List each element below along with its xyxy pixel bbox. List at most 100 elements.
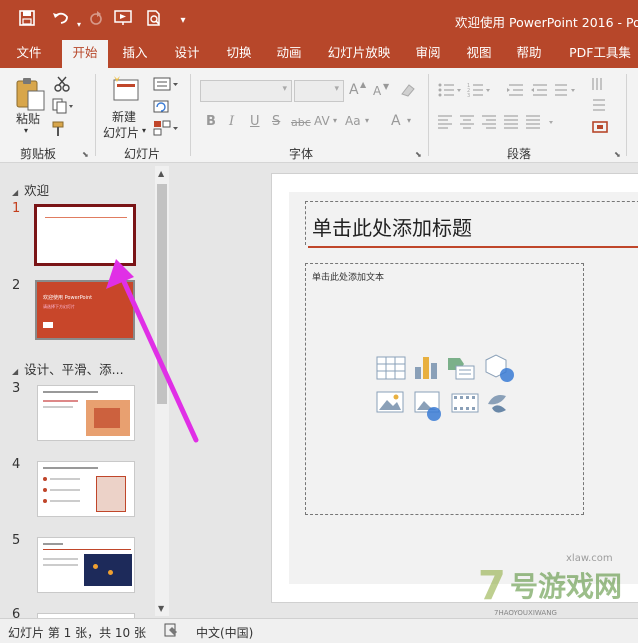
slide-number: 4 [12,457,21,472]
slide-number: 1 [12,201,21,216]
font-color-button[interactable]: A [391,113,401,129]
slides-group-label: 幻灯片 [124,147,161,161]
layout-icon[interactable] [153,76,179,95]
ribbon: 粘贴 ▾ 剪贴板 ⬊ 新建 幻灯片 ▾ 幻灯片 ▾ ▾ A ▲ A ▼ B I … [0,68,638,163]
scroll-down-icon[interactable]: ▼ [158,604,164,613]
font-size-combo[interactable]: ▾ [294,80,344,102]
tab-animations[interactable]: 动画 [268,40,310,68]
font-color-dropdown-icon[interactable]: ▾ [407,116,411,125]
collapse-triangle-icon[interactable]: ◢ [12,367,18,376]
insert-online-picture-icon [414,391,441,421]
title-rule [308,246,638,248]
copy-icon[interactable] [52,98,74,118]
underline-button[interactable]: U [250,114,260,129]
font-group-label: 字体 [289,147,314,161]
window-title: 欢迎使用 PowerPoint 2016 - Po [455,15,638,30]
tab-help[interactable]: 帮助 [508,40,550,68]
present-from-beginning-icon[interactable] [112,10,134,32]
paragraph-launcher-icon[interactable]: ⬊ [614,150,621,159]
notes-status-icon[interactable] [164,623,178,640]
slide-number: 5 [12,533,21,548]
title-bar: ▾ ▾ 欢迎使用 PowerPoint 2016 - Po [0,0,638,40]
chevron-down-icon[interactable]: ▾ [172,10,194,32]
tab-design[interactable]: 设计 [166,40,208,68]
content-placeholder[interactable]: 单击此处添加文本 [305,263,584,515]
insert-3d-model-icon [485,354,514,382]
tab-review[interactable]: 审阅 [408,40,448,68]
watermark-number: 7 [478,563,506,609]
change-case-button[interactable]: Aa [345,114,361,128]
paragraph-icons-row1[interactable]: 123 [437,82,587,102]
insert-chart-icon [415,357,437,379]
title-placeholder[interactable]: 单击此处添加标题 [305,201,638,245]
paragraph-group-label: 段落 [507,147,532,161]
tab-file[interactable]: 文件 [8,40,50,68]
new-slide-icon[interactable] [110,74,142,108]
print-preview-icon[interactable] [143,10,165,32]
section-header-welcome[interactable]: ◢ 欢迎 [12,180,49,199]
cut-icon[interactable] [54,76,70,96]
language-status[interactable]: 中文(中国) [196,624,253,641]
italic-button[interactable]: I [229,114,234,129]
insert-table-icon [376,356,406,380]
clipboard-group-label: 剪贴板 [20,147,57,161]
insert-smartart-icon [448,358,475,380]
save-icon[interactable] [16,10,38,32]
tab-pdf-tools[interactable]: PDF工具集 [562,40,638,68]
change-case-dropdown-icon[interactable]: ▾ [365,116,369,125]
watermark-domain: 7HAOYOUXIWANG [494,609,557,617]
text-direction-icon[interactable] [590,76,620,140]
shrink-font-arrow-icon: ▼ [383,82,390,91]
char-spacing-button[interactable]: AV [314,114,330,128]
paste-label[interactable]: 粘贴 [16,110,40,127]
paragraph-icons-row2[interactable] [437,114,587,134]
clipboard-launcher-icon[interactable]: ⬊ [82,150,89,159]
annotation-arrow [106,259,199,443]
paste-dropdown-icon[interactable]: ▾ [24,126,28,135]
svg-text:3: 3 [467,93,470,98]
reset-icon[interactable] [153,98,169,118]
tab-insert[interactable]: 插入 [114,40,156,68]
content-placeholder-text: 单击此处添加文本 [312,273,385,283]
group-divider [428,74,429,156]
section-icon[interactable] [153,120,179,140]
group-divider [190,74,191,156]
tab-transitions[interactable]: 切换 [218,40,260,68]
font-name-combo[interactable]: ▾ [200,80,292,102]
scroll-up-icon[interactable]: ▲ [158,169,164,178]
status-bar: 幻灯片 第 1 张，共 10 张 中文(中国) [0,618,638,643]
new-slide-label-2[interactable]: 幻灯片 [103,124,139,141]
slide-thumbnail-4[interactable] [37,461,135,517]
tab-home[interactable]: 开始 [62,40,108,70]
bold-button[interactable]: B [206,114,216,129]
shadow-button[interactable]: S [272,114,280,129]
new-slide-dropdown-icon[interactable]: ▾ [142,126,146,135]
thumb-subtitle: 请选择下方幻灯片 [43,304,75,309]
slide-thumbnail-5[interactable] [37,537,135,593]
font-launcher-icon[interactable]: ⬊ [415,150,422,159]
insert-content-icons [376,354,516,426]
tab-view[interactable]: 视图 [458,40,500,68]
slide-number: 2 [12,278,21,293]
redo-icon[interactable] [85,10,107,32]
format-painter-icon[interactable] [52,120,70,142]
insert-video-icon [451,393,479,413]
thumb-title: 欢迎使用 PowerPoint [43,295,93,301]
insert-picture-icon [376,391,404,413]
insert-icons-icon [488,395,506,413]
collapse-triangle-icon[interactable]: ◢ [12,188,18,197]
grow-font-arrow-icon: ▲ [360,80,367,89]
tab-slideshow[interactable]: 幻灯片放映 [322,40,396,68]
strikethrough-button[interactable]: abc [291,116,311,129]
watermark-text: 号游戏网 [510,570,623,603]
title-placeholder-text: 单击此处添加标题 [312,216,472,240]
group-divider [626,74,627,156]
slide-number: 3 [12,381,21,396]
clear-formatting-icon[interactable] [400,82,416,102]
new-slide-label[interactable]: 新建 [112,108,136,125]
group-divider [95,74,96,156]
char-spacing-dropdown-icon[interactable]: ▾ [333,116,337,125]
slide-count-status[interactable]: 幻灯片 第 1 张，共 10 张 [8,624,146,641]
grow-font-icon[interactable]: A [349,82,359,98]
shrink-font-icon[interactable]: A [373,84,381,98]
